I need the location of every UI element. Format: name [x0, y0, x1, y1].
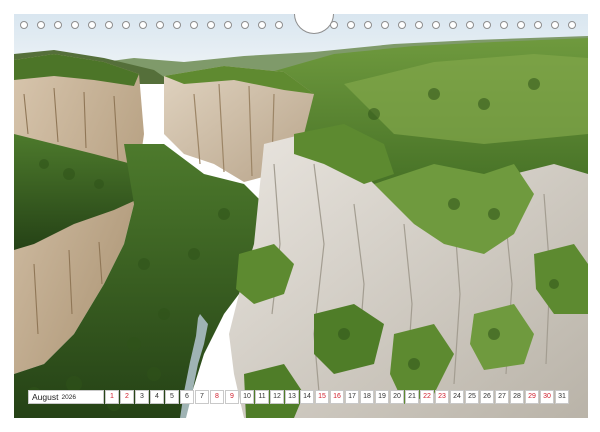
day-cell: 20 — [390, 390, 404, 404]
day-cell: 14 — [300, 390, 314, 404]
binding-hole — [534, 21, 542, 29]
calendar-page: August 2026 1 2 3 4 5 6 7 8 9 10 11 12 13 14 15 16 17 18 1… — [0, 0, 600, 432]
day-cell: 2 — [120, 390, 134, 404]
binding-hole — [483, 21, 491, 29]
day-cell: 7 — [195, 390, 209, 404]
binding-hole — [330, 21, 338, 29]
day-cell: 27 — [495, 390, 509, 404]
month-name: August — [32, 392, 59, 402]
day-cell: 16 — [330, 390, 344, 404]
binding-hole — [258, 21, 266, 29]
day-cell: 26 — [480, 390, 494, 404]
month-label-box: August 2026 — [28, 390, 104, 404]
binding-hole — [105, 21, 113, 29]
binding-hole — [398, 21, 406, 29]
day-cell: 1 — [105, 390, 119, 404]
day-cell: 4 — [150, 390, 164, 404]
day-cell: 5 — [165, 390, 179, 404]
binding-hole — [551, 21, 559, 29]
binding-hole — [517, 21, 525, 29]
day-cell: 17 — [345, 390, 359, 404]
day-cell: 12 — [270, 390, 284, 404]
day-cell: 23 — [435, 390, 449, 404]
binding-hole — [275, 21, 283, 29]
day-cell: 18 — [360, 390, 374, 404]
day-cell: 22 — [420, 390, 434, 404]
binding-hole — [449, 21, 457, 29]
day-cell: 28 — [510, 390, 524, 404]
day-cell: 25 — [465, 390, 479, 404]
day-cell: 24 — [450, 390, 464, 404]
binding-hole — [54, 21, 62, 29]
spiral-binding — [14, 14, 588, 38]
binding-hole — [88, 21, 96, 29]
day-cell: 8 — [210, 390, 224, 404]
binding-hole — [381, 21, 389, 29]
day-cell: 6 — [180, 390, 194, 404]
canyon-photo — [14, 14, 588, 418]
day-cell: 30 — [540, 390, 554, 404]
binding-hole — [568, 21, 576, 29]
binding-hole — [156, 21, 164, 29]
day-cells: 1 2 3 4 5 6 7 8 9 10 11 12 13 14 15 16 17 18 19 20 21 22 23 24 2… — [105, 390, 570, 404]
binding-hole — [71, 21, 79, 29]
binding-hole — [241, 21, 249, 29]
binding-hole — [500, 21, 508, 29]
binding-hole — [207, 21, 215, 29]
binding-hole — [173, 21, 181, 29]
binding-hole — [415, 21, 423, 29]
day-cell: 15 — [315, 390, 329, 404]
day-cell: 11 — [255, 390, 269, 404]
day-cell: 21 — [405, 390, 419, 404]
binding-hole — [224, 21, 232, 29]
binding-hole — [139, 21, 147, 29]
binding-hole — [190, 21, 198, 29]
hanger-notch — [294, 14, 334, 34]
binding-hole — [37, 21, 45, 29]
binding-hole — [347, 21, 355, 29]
calendar-strip: August 2026 1 2 3 4 5 6 7 8 9 10 11 12 13 14 15 16 17 18 1… — [28, 390, 570, 404]
binding-hole — [20, 21, 28, 29]
year-label: 2026 — [61, 393, 76, 401]
day-cell: 9 — [225, 390, 239, 404]
day-cell: 13 — [285, 390, 299, 404]
binding-hole — [432, 21, 440, 29]
day-cell: 31 — [555, 390, 569, 404]
binding-hole — [466, 21, 474, 29]
day-cell: 3 — [135, 390, 149, 404]
binding-hole — [122, 21, 130, 29]
binding-hole — [364, 21, 372, 29]
day-cell: 10 — [240, 390, 254, 404]
day-cell: 19 — [375, 390, 389, 404]
day-cell: 29 — [525, 390, 539, 404]
